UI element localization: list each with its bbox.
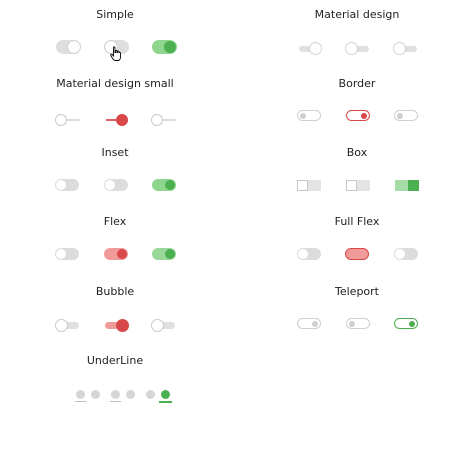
toggle-knob: [151, 114, 163, 126]
toggle-knob: [298, 249, 308, 259]
toggle-knob: [300, 113, 306, 119]
section-title-box: Box: [346, 146, 368, 159]
toggle-knob: [297, 180, 308, 191]
section-title-full-flex: Full Flex: [334, 215, 380, 228]
toggle-knob: [309, 42, 322, 55]
toggle-knob: [68, 41, 80, 53]
inset-toggle-2[interactable]: [104, 179, 128, 191]
toggle-dot-on: [161, 390, 170, 399]
box-toggle-1[interactable]: [297, 180, 321, 191]
underline-toggle-2[interactable]: [109, 388, 139, 404]
full-flex-toggle-2[interactable]: [345, 248, 369, 260]
hand-pointer-cursor-icon: [110, 46, 121, 61]
section-title-underline: UnderLine: [86, 354, 144, 367]
inset-toggle-1[interactable]: [55, 179, 79, 191]
toggle-knob: [408, 180, 419, 191]
toggle-knob: [56, 180, 66, 190]
toggle-dot-off: [76, 390, 85, 399]
material-small-toggle-2[interactable]: [103, 113, 131, 127]
underline-toggle-1[interactable]: [74, 388, 104, 404]
box-toggle-2[interactable]: [346, 180, 370, 191]
teleport-toggle-1[interactable]: [297, 318, 321, 329]
toggle-knob: [55, 319, 68, 332]
border-toggle-3[interactable]: [394, 110, 418, 121]
section-title-teleport: Teleport: [335, 285, 379, 298]
simple-toggle-1[interactable]: [56, 40, 81, 54]
section-title-border: Border: [338, 77, 376, 90]
toggle-knob: [361, 113, 367, 119]
section-title-material-design-small: Material design small: [56, 77, 174, 90]
material-toggle-3[interactable]: [393, 42, 419, 56]
toggle-knob: [312, 321, 318, 327]
section-title-simple: Simple: [96, 8, 134, 21]
toggle-knob: [164, 41, 176, 53]
section-title-flex: Flex: [103, 215, 127, 228]
section-title-bubble: Bubble: [95, 285, 135, 298]
full-flex-toggle-1[interactable]: [297, 248, 321, 260]
underline-toggle-3[interactable]: [144, 388, 174, 404]
simple-toggle-3[interactable]: [152, 40, 177, 54]
toggle-dot-on: [126, 390, 135, 399]
toggle-dot-off: [146, 390, 155, 399]
border-toggle-1[interactable]: [297, 110, 321, 121]
toggle-underline: [159, 401, 172, 403]
flex-toggle-2[interactable]: [104, 248, 128, 260]
material-small-toggle-3[interactable]: [151, 113, 179, 127]
section-title-inset: Inset: [101, 146, 129, 159]
toggle-dot-on: [91, 390, 100, 399]
material-small-toggle-1[interactable]: [55, 113, 83, 127]
toggle-knob: [56, 249, 66, 259]
bubble-toggle-1[interactable]: [55, 319, 81, 333]
toggle-knob: [116, 114, 128, 126]
toggle-knob: [151, 319, 164, 332]
toggle-knob: [55, 114, 67, 126]
toggle-knob: [345, 42, 358, 55]
box-toggle-3[interactable]: [395, 180, 419, 191]
toggle-knob: [116, 319, 129, 332]
flex-toggle-3[interactable]: [152, 248, 176, 260]
material-toggle-1[interactable]: [297, 42, 323, 56]
toggle-underline: [110, 401, 121, 402]
inset-toggle-3[interactable]: [152, 179, 176, 191]
flex-toggle-1[interactable]: [55, 248, 79, 260]
toggle-knob: [395, 249, 405, 259]
bubble-toggle-2[interactable]: [103, 319, 129, 333]
bubble-toggle-3[interactable]: [151, 319, 177, 333]
toggle-underline: [75, 401, 86, 402]
toggle-knob: [349, 321, 355, 327]
toggle-knob: [346, 180, 357, 191]
section-title-material-design: Material design: [314, 8, 400, 21]
toggle-knob: [165, 249, 175, 259]
toggle-knob: [397, 113, 403, 119]
toggle-knob: [393, 42, 406, 55]
border-toggle-2[interactable]: [346, 110, 370, 121]
toggle-knob: [117, 249, 127, 259]
full-flex-toggle-3[interactable]: [394, 248, 418, 260]
toggle-knob: [409, 321, 415, 327]
toggle-dot-off: [111, 390, 120, 399]
toggle-knob: [165, 180, 175, 190]
toggle-knob: [105, 180, 115, 190]
teleport-toggle-2[interactable]: [346, 318, 370, 329]
material-toggle-2[interactable]: [345, 42, 371, 56]
teleport-toggle-3[interactable]: [394, 318, 418, 329]
